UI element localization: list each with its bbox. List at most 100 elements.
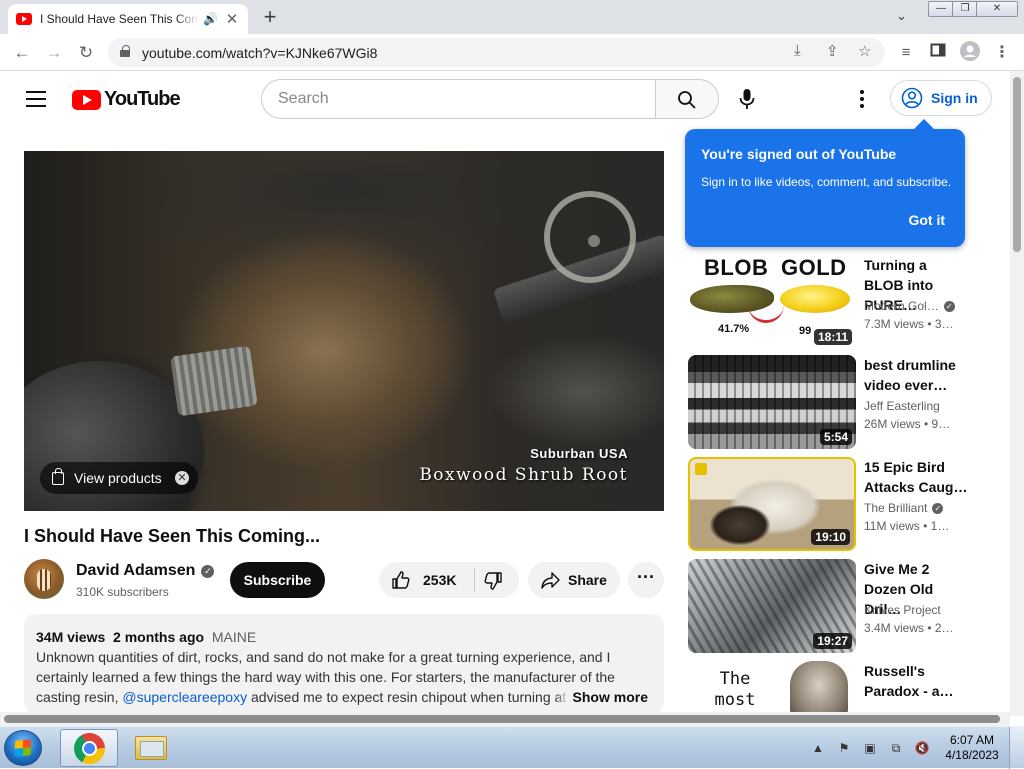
got-it-button[interactable]: Got it <box>908 212 945 228</box>
voice-search-button[interactable] <box>728 79 768 119</box>
location-tag[interactable]: MAINE <box>212 629 256 645</box>
thumbs-up-icon <box>392 571 410 589</box>
tab-search-icon[interactable]: ⌄ <box>896 8 907 24</box>
window-close-button[interactable]: ✕ <box>976 1 1018 17</box>
install-app-icon[interactable]: ⤓ <box>794 42 801 59</box>
share-button[interactable]: Share <box>528 562 620 598</box>
thumbnail-text: GOLD <box>781 255 847 280</box>
show-more-button[interactable]: Show more <box>554 687 648 707</box>
video-thumbnail[interactable]: BLOB GOLD 41.7% 99 18:11 <box>688 255 856 349</box>
browser-tab-strip: I Should Have Seen This Coming... 🔊 ✕ + … <box>0 0 1024 34</box>
recommendation-item[interactable]: The most Famous Russell's Paradox - a… <box>688 661 978 713</box>
browser-tab[interactable]: I Should Have Seen This Coming... 🔊 ✕ <box>8 4 248 34</box>
media-control-icon[interactable]: ≡ <box>894 41 918 65</box>
recommendation-item[interactable]: 5:54 best drumline video ever… Jeff East… <box>688 355 978 451</box>
recommendation-channel[interactable]: Jeff Easterling <box>864 399 940 413</box>
taskbar-explorer-button[interactable] <box>124 729 178 767</box>
upload-age: 2 months ago <box>113 629 205 645</box>
recommendation-item[interactable]: BLOB GOLD 41.7% 99 18:11 Turning a BLOB … <box>688 255 978 351</box>
guide-menu-icon[interactable] <box>26 91 46 107</box>
address-bar-url[interactable]: youtube.com/watch?v=KJNke67WGi8 <box>142 45 377 61</box>
share-page-icon[interactable]: ⇪ <box>826 42 839 60</box>
new-tab-button[interactable]: + <box>258 6 282 28</box>
clock-date: 4/18/2023 <box>945 748 999 762</box>
scrollbar-thumb[interactable] <box>4 715 1000 723</box>
video-thumbnail[interactable]: 19:27 <box>688 559 856 653</box>
channel-mention-link[interactable]: @supercleareepoxy <box>122 689 247 705</box>
lock-icon[interactable] <box>120 45 130 57</box>
recommendation-meta: 7.3M views • 3… <box>864 317 954 331</box>
recommendation-title[interactable]: Russell's Paradox - a… <box>864 661 970 701</box>
chrome-menu-icon[interactable]: ⋮ <box>990 41 1014 65</box>
tooltip-body: Sign in to like videos, comment, and sub… <box>701 175 952 189</box>
side-panel-icon[interactable] <box>926 41 950 65</box>
bookmark-star-icon[interactable]: ☆ <box>858 42 871 60</box>
reload-button[interactable]: ↻ <box>74 41 98 65</box>
recommendation-item[interactable]: 19:10 15 Epic Bird Attacks Caug… The Bri… <box>688 457 978 553</box>
recommendation-channel[interactable]: Knives Project <box>864 603 941 617</box>
recommendation-title[interactable]: best drumline video ever… <box>864 355 970 395</box>
video-player[interactable]: Suburban USA Boxwood Shrub Root View pro… <box>24 151 664 511</box>
action-center-flag-icon[interactable]: ⚑ <box>836 741 852 755</box>
scrollbar-thumb[interactable] <box>1013 77 1021 252</box>
channel-name: David Adamsen <box>76 562 196 579</box>
share-label: Share <box>568 572 607 588</box>
video-duration: 19:10 <box>811 529 850 545</box>
recommendation-title[interactable]: 15 Epic Bird Attacks Caug… <box>864 457 970 497</box>
subscriber-count: 310K subscribers <box>76 585 169 599</box>
view-products-close-icon[interactable]: ✕ <box>175 471 189 485</box>
description-meta: 34M views 2 months ago MAINE <box>36 627 652 647</box>
tab-title: I Should Have Seen This Coming... <box>40 12 200 26</box>
taskbar-chrome-button[interactable] <box>60 729 118 767</box>
power-icon[interactable]: ▣ <box>862 741 878 755</box>
recommendation-channel[interactable]: The Brilliant ✓ <box>864 501 944 515</box>
like-button[interactable]: 253K <box>391 570 456 590</box>
signed-out-tooltip: You're signed out of YouTube Sign in to … <box>685 119 965 247</box>
system-clock[interactable]: 6:07 AM 4/18/2023 <box>944 733 1000 763</box>
video-title: I Should Have Seen This Coming... <box>24 526 321 546</box>
search-box[interactable] <box>261 79 656 119</box>
thumbnail-text: BLOB <box>704 255 769 280</box>
search-input[interactable] <box>262 80 656 118</box>
channel-name-link[interactable]: David Adamsen ✓ <box>76 562 215 580</box>
window-minimize-button[interactable]: — <box>928 1 954 17</box>
address-bar[interactable]: youtube.com/watch?v=KJNke67WGi8 ⤓ ⇪ ☆ <box>108 38 885 67</box>
sign-in-button[interactable]: Sign in <box>890 80 992 116</box>
recommendation-channel-name: The Brilliant <box>864 501 928 515</box>
network-icon[interactable]: ⧉ <box>888 741 904 755</box>
youtube-logo[interactable]: YouTube <box>72 88 181 111</box>
show-desktop-button[interactable] <box>1009 727 1024 769</box>
tab-close-icon[interactable]: ✕ <box>224 10 240 28</box>
more-actions-button[interactable]: ··· <box>628 562 664 598</box>
microphone-icon <box>739 89 755 109</box>
vertical-scrollbar[interactable] <box>1010 71 1024 716</box>
like-dislike-group: 253K <box>379 562 519 598</box>
horizontal-scrollbar[interactable] <box>0 712 1010 726</box>
thumbs-down-icon <box>484 572 502 590</box>
recommendation-item[interactable]: 19:27 Give Me 2 Dozen Old Dril… Knives P… <box>688 559 978 655</box>
video-overlay-subject: Boxwood Shrub Root <box>419 465 628 485</box>
video-thumbnail[interactable]: 5:54 <box>688 355 856 449</box>
volume-muted-icon[interactable]: 🔇 <box>914 741 930 755</box>
recommendation-channel[interactable]: Modern Gol… ✓ <box>864 299 955 313</box>
start-button[interactable] <box>4 730 42 766</box>
settings-menu-icon[interactable] <box>850 88 874 112</box>
profile-avatar-icon[interactable] <box>958 41 982 65</box>
show-hidden-icons-icon[interactable]: ▲ <box>810 741 826 755</box>
thumbnail-arrow-icon <box>748 305 784 323</box>
search-button[interactable] <box>655 79 719 119</box>
video-thumbnail[interactable]: The most Famous <box>688 661 856 713</box>
back-button[interactable]: ← <box>10 41 34 65</box>
view-products-button[interactable]: View products ✕ <box>40 462 198 494</box>
subscribe-button[interactable]: Subscribe <box>230 562 325 598</box>
dislike-button[interactable] <box>483 571 503 596</box>
recommendation-meta: 26M views • 9… <box>864 417 951 431</box>
window-maximize-button[interactable]: ❐ <box>952 1 978 17</box>
video-thumbnail[interactable]: 19:10 <box>688 457 856 551</box>
forward-button[interactable]: → <box>42 41 66 65</box>
video-description[interactable]: 34M views 2 months ago MAINE Unknown qua… <box>24 614 664 714</box>
system-tray: ▲ ⚑ ▣ ⧉ 🔇 <box>810 727 940 769</box>
audio-playing-icon[interactable]: 🔊 <box>203 12 218 26</box>
shopping-bag-icon <box>52 467 64 485</box>
channel-avatar[interactable] <box>24 559 64 599</box>
